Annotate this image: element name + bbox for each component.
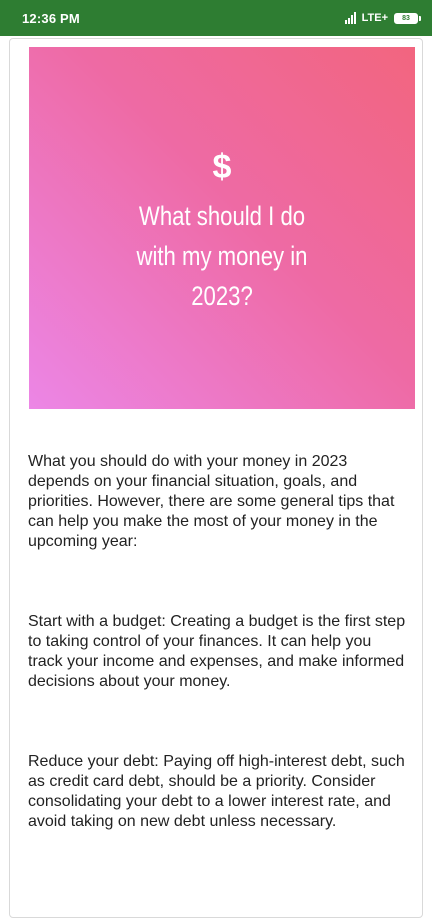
article-paragraph: Start with a budget: Creating a budget i… [28,613,406,690]
battery-level: 83 [402,14,410,22]
network-label: LTE+ [361,12,388,24]
article-body: What you should do with your money in 20… [28,452,406,892]
signal-icon [344,12,356,24]
status-bar: 12:36 PM LTE+ 83 [0,0,432,36]
dollar-icon: $ [212,148,232,186]
status-time: 12:36 PM [22,10,80,26]
article-paragraph: What you should do with your money in 20… [28,453,395,550]
article-paragraph: Reduce your debt: Paying off high-intere… [28,753,405,830]
hero-title: What should I do with my money in 2023? [136,201,308,311]
status-icons: LTE+ 83 [344,12,421,24]
hero-banner: $ What should I do with my money in 2023… [29,47,415,409]
battery-icon: 83 [394,12,421,24]
